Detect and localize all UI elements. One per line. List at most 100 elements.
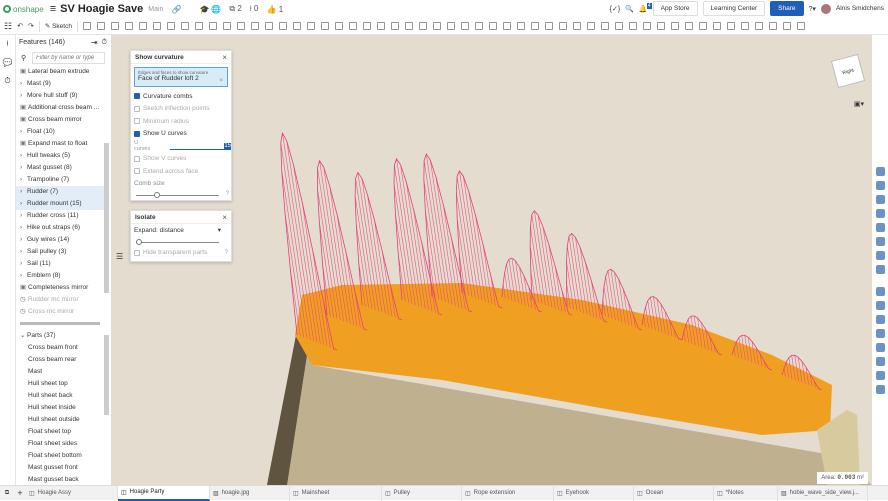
clear-icon[interactable]: × — [219, 77, 223, 84]
toolbar-tool-icon[interactable] — [306, 22, 315, 30]
help-icon[interactable]: ?▾ — [809, 5, 816, 13]
toolbar-tool-icon[interactable] — [740, 22, 749, 30]
part-item[interactable]: Float sheet bottom — [16, 450, 104, 462]
right-panel-icon[interactable] — [875, 237, 885, 246]
u-curves-input[interactable]: 15 — [170, 142, 231, 150]
toolbar-tool-icon[interactable] — [208, 22, 217, 30]
toolbar-tool-icon[interactable] — [138, 22, 147, 30]
toolbar-tool-icon[interactable] — [278, 22, 287, 30]
share-button[interactable]: Share — [770, 1, 804, 16]
app-store-button[interactable]: App Store — [652, 1, 698, 16]
toolbar-tool-icon[interactable] — [642, 22, 651, 30]
hide-transparent-checkbox[interactable]: Hide transparent parts? — [131, 247, 231, 260]
checkbox[interactable] — [134, 118, 140, 125]
toolbar-tool-icon[interactable] — [264, 22, 273, 30]
extend-across-face-checkbox[interactable]: Extend across face — [131, 165, 231, 178]
toolbar-tool-icon[interactable] — [362, 22, 371, 30]
checkbox[interactable] — [134, 249, 140, 256]
toolbar-tool-icon[interactable] — [726, 22, 735, 30]
toolbar-tool-icon[interactable] — [110, 22, 119, 30]
feature-item[interactable]: › More hull stuff (9) — [16, 90, 104, 102]
part-item[interactable]: Float sheet top — [16, 426, 104, 438]
toolbar-tool-icon[interactable] — [334, 22, 343, 30]
toolbar-tool-icon[interactable] — [222, 22, 231, 30]
sketch-button[interactable]: ✎ Sketch — [45, 22, 72, 30]
toolbar-tool-icon[interactable] — [684, 22, 693, 30]
document-tab[interactable]: ◫ *Notes — [714, 485, 778, 501]
feature-item[interactable]: › Rudder cross (11) — [16, 210, 104, 222]
part-item[interactable]: Cross beam rear — [16, 354, 104, 366]
feature-item[interactable]: › Rudder mount (15) — [16, 198, 104, 210]
part-item[interactable]: Hull sheet back — [16, 390, 104, 402]
selection-field[interactable]: Edges and faces to show curvature Face o… — [134, 67, 228, 87]
toolbar-tool-icon[interactable] — [418, 22, 427, 30]
toolbar-tool-icon[interactable] — [390, 22, 399, 30]
checkbox[interactable] — [134, 168, 140, 175]
feature-item[interactable]: › Hull tweaks (5) — [16, 150, 104, 162]
right-panel-icon[interactable] — [875, 181, 885, 190]
document-tab[interactable]: ◫ Hoagie Party — [118, 485, 210, 501]
toolbar-tool-icon[interactable] — [166, 22, 175, 30]
document-tab[interactable]: ◫ Mainsheet — [290, 485, 382, 501]
toolbar-tool-icon[interactable] — [236, 22, 245, 30]
right-panel-icon[interactable] — [875, 167, 885, 176]
part-item[interactable]: Hull sheet top — [16, 378, 104, 390]
feature-item[interactable]: › Mast (9) — [16, 78, 104, 90]
checkbox[interactable] — [134, 105, 140, 112]
right-panel-icon[interactable] — [875, 287, 885, 296]
toolbar-tool-icon[interactable] — [656, 22, 665, 30]
toolbar-tool-icon[interactable] — [96, 22, 105, 30]
toolbar-tool-icon[interactable] — [474, 22, 483, 30]
toolbar-tool-icon[interactable] — [460, 22, 469, 30]
avatar[interactable] — [820, 3, 831, 14]
curvature-combs-checkbox[interactable]: Curvature combs — [131, 90, 231, 103]
branches-icon[interactable]: ⍿ 0 — [250, 4, 259, 14]
right-panel-icon[interactable] — [875, 223, 885, 232]
part-item[interactable]: Float sheet sides — [16, 438, 104, 450]
part-item[interactable]: Hull sheet inside — [16, 402, 104, 414]
document-tab[interactable]: ▨ hoagie.jpg — [210, 485, 290, 501]
feature-item[interactable]: ◷ Cross mc mirror — [16, 306, 104, 318]
toolbar-tool-icon[interactable] — [292, 22, 301, 30]
right-panel-icon[interactable] — [875, 195, 885, 204]
feature-item[interactable]: ▣ Additional cross beam ... — [16, 102, 104, 114]
toolbar-tool-icon[interactable] — [754, 22, 763, 30]
toolbar-tool-icon[interactable] — [558, 22, 567, 30]
feature-list-toggle-icon[interactable]: ☷ — [4, 21, 12, 32]
toolbar-tool-icon[interactable] — [712, 22, 721, 30]
feature-item[interactable]: ▣ Completeness mirror — [16, 282, 104, 294]
feature-item[interactable]: › Guy wires (14) — [16, 234, 104, 246]
right-panel-icon[interactable] — [875, 251, 885, 260]
slider-thumb[interactable] — [136, 238, 142, 245]
toolbar-tool-icon[interactable] — [82, 22, 91, 30]
right-panel-icon[interactable] — [875, 301, 885, 310]
feature-item[interactable]: › Float (10) — [16, 126, 104, 138]
feature-item[interactable]: › Mast gusset (8) — [16, 162, 104, 174]
toolbar-tool-icon[interactable] — [432, 22, 441, 30]
feature-item[interactable]: › Emblem (8) — [16, 270, 104, 282]
checkbox-checked[interactable] — [134, 130, 140, 137]
part-item[interactable]: Mast — [16, 366, 104, 378]
learning-icon[interactable]: 🎓 — [199, 5, 209, 14]
toolbar-tool-icon[interactable] — [544, 22, 553, 30]
isolate-mode-select[interactable]: Expand: distance ▾ — [131, 224, 231, 237]
document-tab[interactable]: ◫ Hoagie Assy — [26, 485, 118, 501]
parts-folder[interactable]: ⌄ Parts (37) — [16, 330, 104, 342]
feature-item[interactable]: ◷ Rudder mc mirror — [16, 294, 104, 306]
show-u-curves-checkbox[interactable]: Show U curves — [131, 128, 231, 141]
feature-list-scrollbar[interactable] — [104, 143, 109, 293]
view-options-icon[interactable]: ▣▾ — [854, 100, 864, 108]
right-panel-icon[interactable] — [875, 265, 885, 274]
toolbar-tool-icon[interactable] — [194, 22, 203, 30]
like-icon[interactable]: 👍 1 — [267, 5, 284, 14]
right-panel-icon[interactable] — [875, 343, 885, 352]
import-icon[interactable]: ⇥ — [91, 38, 98, 47]
feature-filter-input[interactable] — [32, 51, 106, 64]
feature-item[interactable]: ▣ Cross beam mirror — [16, 114, 104, 126]
tab-manager-icon[interactable]: ⧉ — [0, 490, 14, 497]
toolbar-tool-icon[interactable] — [446, 22, 455, 30]
add-tab-button[interactable]: + — [14, 488, 26, 498]
right-panel-icon[interactable] — [875, 209, 885, 218]
history-icon[interactable]: ⏱ — [4, 76, 10, 86]
variables-icon[interactable]: {✓} — [610, 5, 621, 13]
